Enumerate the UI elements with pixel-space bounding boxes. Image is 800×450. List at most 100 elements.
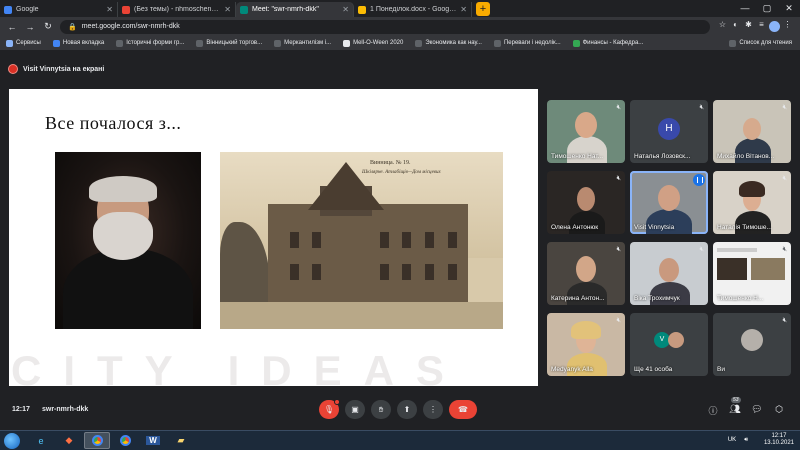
- system-tray: UK 🔊︎ 12:17 13.10.2021: [720, 433, 794, 447]
- bookmark-item[interactable]: Mell-O-Ween 2020: [343, 39, 404, 47]
- avatar: [668, 332, 684, 348]
- bookmark-item[interactable]: Переваги і недолік...: [493, 39, 561, 47]
- app-icon: ◆: [65, 435, 73, 445]
- people-icon[interactable]: 👥︎ 53: [726, 397, 744, 417]
- more-participants-tile[interactable]: V Ще 41 особа: [630, 313, 708, 376]
- start-button[interactable]: [4, 432, 20, 449]
- bookmark-item[interactable]: Экономика как нау...: [415, 39, 482, 47]
- close-icon[interactable]: ✕: [224, 5, 231, 14]
- participant-tile[interactable]: 🔇︎ Наталія Тимоше...: [713, 171, 791, 234]
- reading-list[interactable]: Список для чтения: [729, 39, 792, 47]
- participant-tile-screen-share[interactable]: 🔇︎ Тимошенко Н...: [713, 242, 791, 305]
- microphone-toggle-button[interactable]: 🎙︎: [319, 399, 340, 419]
- bookmark-label: Финансы - Кафедра...: [582, 40, 644, 46]
- tray-clock[interactable]: 12:17 13.10.2021: [756, 433, 794, 447]
- bookmark-item[interactable]: Меркантилізм і...: [274, 39, 331, 47]
- mic-off-icon: 🔇︎: [699, 246, 704, 253]
- bookmark-item[interactable]: Вінницький торгов...: [196, 39, 262, 47]
- mic-off-icon: 🔇︎: [616, 104, 621, 111]
- meet-favicon-icon: [240, 5, 248, 14]
- participant-name: Олена Антонюк: [551, 224, 599, 231]
- word-icon: W: [146, 436, 160, 445]
- taskbar-app[interactable]: ◆: [56, 432, 82, 449]
- bookmark-label: Mell-O-Ween 2020: [353, 40, 404, 46]
- close-icon[interactable]: ✕: [342, 5, 349, 14]
- url-field[interactable]: 🔒 meet.google.com/swr-nmrh-dkk: [60, 19, 710, 34]
- call-controls: 🎙︎ ▣ ✋︎ ⬆︎ ⋮ ☎︎: [319, 399, 483, 419]
- apps-icon: [6, 39, 13, 47]
- taskbar-word[interactable]: W: [140, 432, 166, 449]
- close-icon[interactable]: ✕: [106, 5, 113, 14]
- info-icon[interactable]: ⓘ: [704, 404, 722, 417]
- participant-tile[interactable]: 🔇︎ Катерина Антон...: [547, 242, 625, 305]
- back-icon[interactable]: ←: [6, 22, 18, 32]
- language-indicator[interactable]: UK: [728, 437, 736, 443]
- bookmark-item[interactable]: Історичні форми гр...: [116, 39, 184, 47]
- participant-tile[interactable]: 🔇︎ Віка Трохимчук: [630, 242, 708, 305]
- self-tile[interactable]: 🔇︎ Ви: [713, 313, 791, 376]
- participant-name: Наталія Тимоше...: [717, 224, 772, 231]
- reload-icon[interactable]: ↻: [42, 21, 54, 32]
- tab-gmail[interactable]: (Без темы) - nhmoschenkom@g ✕: [118, 2, 236, 17]
- puzzle-icon[interactable]: ✱: [742, 20, 755, 34]
- mic-off-icon: 🎙︎: [323, 405, 335, 414]
- camera-icon: ▣: [351, 405, 359, 414]
- volume-icon[interactable]: 🔊︎: [744, 437, 748, 444]
- bookmark-item[interactable]: Новая вкладка: [52, 39, 105, 47]
- maximize-icon[interactable]: ▢: [756, 0, 778, 16]
- taskbar-ie[interactable]: e: [28, 432, 54, 449]
- profile-avatar[interactable]: [768, 20, 781, 34]
- present-screen-icon: [8, 64, 18, 74]
- url-text: meet.google.com/swr-nmrh-dkk: [81, 23, 180, 30]
- more-options-button[interactable]: ⋮: [423, 400, 443, 419]
- hang-up-icon: ☎︎: [458, 405, 468, 414]
- avatar: H: [658, 118, 680, 140]
- camera-toggle-button[interactable]: ▣: [345, 400, 365, 419]
- new-tab-button[interactable]: +: [476, 2, 490, 16]
- taskbar-chrome-2[interactable]: [112, 432, 138, 449]
- leave-call-button[interactable]: ☎︎: [449, 400, 477, 419]
- close-icon[interactable]: ✕: [460, 5, 467, 14]
- page-icon: [493, 39, 501, 47]
- participant-tile[interactable]: 🔇︎ Михайло Вітанов...: [713, 100, 791, 163]
- participant-name: Ви: [717, 366, 725, 373]
- participant-name: Катерина Антон...: [551, 295, 605, 302]
- mic-off-icon: 🔇︎: [616, 246, 621, 253]
- participant-tile-active-speaker[interactable]: Visit Vinnytsia: [630, 171, 708, 234]
- browser-tab-strip: Google ✕ (Без темы) - nhmoschenkom@g ✕ M…: [0, 0, 800, 17]
- tab-meet[interactable]: Meet: "swr-nmrh-dkk" ✕: [236, 2, 354, 17]
- reading-list-icon: [729, 39, 737, 47]
- raise-hand-button[interactable]: ✋︎: [371, 400, 391, 419]
- bookmark-apps[interactable]: Сервисы: [6, 39, 41, 47]
- tab-title: Google: [16, 6, 39, 13]
- chrome-icon: [119, 435, 131, 446]
- minimize-icon[interactable]: —: [734, 0, 756, 16]
- participant-tile[interactable]: H 🔇︎ Наталья Лозовск...: [630, 100, 708, 163]
- chat-icon[interactable]: 💬︎: [748, 404, 766, 417]
- tab-google[interactable]: Google ✕: [0, 2, 118, 17]
- activities-icon[interactable]: ⬡: [770, 404, 788, 417]
- close-window-icon[interactable]: ✕: [778, 0, 800, 16]
- extensions-area: ☆ ◐ ✱ ≡ ⋮: [716, 20, 794, 34]
- present-button[interactable]: ⬆︎: [397, 400, 417, 419]
- bookmark-label: Новая вкладка: [62, 40, 105, 46]
- participant-tile[interactable]: 🔇︎ Тимошенко Нат...: [547, 100, 625, 163]
- hand-icon: ✋︎: [378, 405, 384, 414]
- menu-icon[interactable]: ⋮: [781, 20, 794, 34]
- side-panel-controls: ⓘ 👥︎ 53 💬︎ ⬡: [700, 397, 788, 417]
- bookmark-item[interactable]: Финансы - Кафедра...: [572, 39, 644, 47]
- taskbar-chrome[interactable]: [84, 432, 110, 449]
- extension-icon[interactable]: ◐: [729, 20, 742, 34]
- participant-tile[interactable]: 🔇︎ Олена Антонюк: [547, 171, 625, 234]
- taskbar-explorer[interactable]: ▰: [168, 432, 194, 449]
- speaking-indicator-icon: [693, 174, 705, 186]
- tab-drive[interactable]: 1 Понеділок.docx - Google Диск ✕: [354, 2, 472, 17]
- tab-title: (Без темы) - nhmoschenkom@g: [134, 6, 221, 13]
- media-icon[interactable]: ≡: [755, 20, 768, 34]
- participant-tile[interactable]: 🔇︎ Medyanyk Alla: [547, 313, 625, 376]
- slide-watermark: CITY IDEAS: [11, 347, 466, 386]
- star-icon[interactable]: ☆: [716, 20, 729, 34]
- forward-icon[interactable]: →: [24, 22, 36, 32]
- google-icon: [52, 39, 60, 47]
- meet-stage: Visit Vinnytsia на екрані Все почалося з…: [0, 51, 800, 430]
